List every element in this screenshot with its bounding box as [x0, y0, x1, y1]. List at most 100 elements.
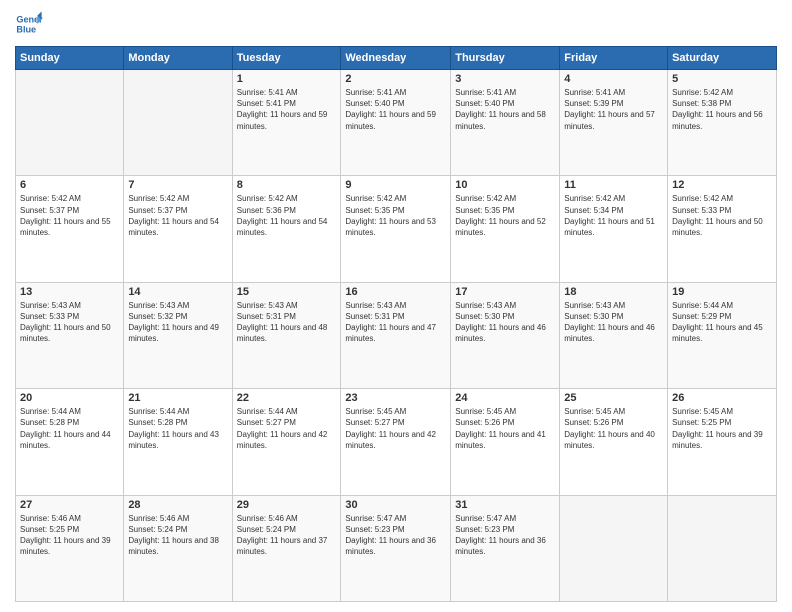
calendar-body: 1 Sunrise: 5:41 AM Sunset: 5:41 PM Daylig… — [16, 70, 777, 602]
week-row-4: 20 Sunrise: 5:44 AM Sunset: 5:28 PM Dayli… — [16, 389, 777, 495]
day-info: Sunrise: 5:42 AM Sunset: 5:37 PM Dayligh… — [20, 193, 119, 238]
calendar-cell: 23 Sunrise: 5:45 AM Sunset: 5:27 PM Dayli… — [341, 389, 451, 495]
calendar-cell — [668, 495, 777, 601]
day-info: Sunrise: 5:42 AM Sunset: 5:36 PM Dayligh… — [237, 193, 337, 238]
day-number: 10 — [455, 179, 555, 191]
weekday-header-tuesday: Tuesday — [232, 47, 341, 70]
day-number: 5 — [672, 73, 772, 85]
day-info: Sunrise: 5:41 AM Sunset: 5:40 PM Dayligh… — [455, 87, 555, 132]
day-number: 15 — [237, 286, 337, 298]
day-info: Sunrise: 5:43 AM Sunset: 5:31 PM Dayligh… — [237, 300, 337, 345]
day-info: Sunrise: 5:45 AM Sunset: 5:27 PM Dayligh… — [345, 406, 446, 451]
calendar-cell: 8 Sunrise: 5:42 AM Sunset: 5:36 PM Daylig… — [232, 176, 341, 282]
calendar-cell: 25 Sunrise: 5:45 AM Sunset: 5:26 PM Dayli… — [560, 389, 668, 495]
calendar-cell: 1 Sunrise: 5:41 AM Sunset: 5:41 PM Daylig… — [232, 70, 341, 176]
day-info: Sunrise: 5:45 AM Sunset: 5:26 PM Dayligh… — [564, 406, 663, 451]
day-info: Sunrise: 5:41 AM Sunset: 5:41 PM Dayligh… — [237, 87, 337, 132]
calendar-cell: 21 Sunrise: 5:44 AM Sunset: 5:28 PM Dayli… — [124, 389, 232, 495]
week-row-2: 6Sunrise: 5:42 AM Sunset: 5:37 PM Daylig… — [16, 176, 777, 282]
day-number: 4 — [564, 73, 663, 85]
calendar-cell: 22Sunrise: 5:44 AM Sunset: 5:27 PM Dayli… — [232, 389, 341, 495]
weekday-header-saturday: Saturday — [668, 47, 777, 70]
day-number: 7 — [128, 179, 227, 191]
calendar-cell: 16 Sunrise: 5:43 AM Sunset: 5:31 PM Dayli… — [341, 282, 451, 388]
header: General Blue — [15, 10, 777, 38]
day-info: Sunrise: 5:42 AM Sunset: 5:38 PM Dayligh… — [672, 87, 772, 132]
day-number: 19 — [672, 286, 772, 298]
day-number: 30 — [345, 499, 446, 511]
weekday-header-row: SundayMondayTuesdayWednesdayThursdayFrid… — [16, 47, 777, 70]
calendar-cell: 15 Sunrise: 5:43 AM Sunset: 5:31 PM Dayli… — [232, 282, 341, 388]
calendar-table: SundayMondayTuesdayWednesdayThursdayFrid… — [15, 46, 777, 602]
calendar-cell: 29Sunrise: 5:46 AM Sunset: 5:24 PM Dayli… — [232, 495, 341, 601]
day-info: Sunrise: 5:45 AM Sunset: 5:26 PM Dayligh… — [455, 406, 555, 451]
day-info: Sunrise: 5:41 AM Sunset: 5:40 PM Dayligh… — [345, 87, 446, 132]
week-row-1: 1 Sunrise: 5:41 AM Sunset: 5:41 PM Daylig… — [16, 70, 777, 176]
day-info: Sunrise: 5:44 AM Sunset: 5:28 PM Dayligh… — [20, 406, 119, 451]
day-info: Sunrise: 5:46 AM Sunset: 5:24 PM Dayligh… — [237, 513, 337, 558]
calendar-cell: 19 Sunrise: 5:44 AM Sunset: 5:29 PM Dayli… — [668, 282, 777, 388]
day-number: 16 — [345, 286, 446, 298]
calendar-cell: 4 Sunrise: 5:41 AM Sunset: 5:39 PM Daylig… — [560, 70, 668, 176]
weekday-header-friday: Friday — [560, 47, 668, 70]
day-number: 13 — [20, 286, 119, 298]
day-info: Sunrise: 5:43 AM Sunset: 5:30 PM Dayligh… — [455, 300, 555, 345]
calendar-cell: 6Sunrise: 5:42 AM Sunset: 5:37 PM Daylig… — [16, 176, 124, 282]
day-number: 17 — [455, 286, 555, 298]
day-info: Sunrise: 5:43 AM Sunset: 5:30 PM Dayligh… — [564, 300, 663, 345]
svg-text:Blue: Blue — [16, 24, 36, 34]
calendar-cell: 30 Sunrise: 5:47 AM Sunset: 5:23 PM Dayli… — [341, 495, 451, 601]
calendar-cell: 14 Sunrise: 5:43 AM Sunset: 5:32 PM Dayli… — [124, 282, 232, 388]
day-info: Sunrise: 5:41 AM Sunset: 5:39 PM Dayligh… — [564, 87, 663, 132]
day-info: Sunrise: 5:44 AM Sunset: 5:28 PM Dayligh… — [128, 406, 227, 451]
day-number: 11 — [564, 179, 663, 191]
day-number: 28 — [128, 499, 227, 511]
day-number: 27 — [20, 499, 119, 511]
day-number: 3 — [455, 73, 555, 85]
day-info: Sunrise: 5:43 AM Sunset: 5:31 PM Dayligh… — [345, 300, 446, 345]
logo: General Blue — [15, 10, 43, 38]
week-row-5: 27Sunrise: 5:46 AM Sunset: 5:25 PM Dayli… — [16, 495, 777, 601]
calendar-cell: 27Sunrise: 5:46 AM Sunset: 5:25 PM Dayli… — [16, 495, 124, 601]
day-number: 14 — [128, 286, 227, 298]
calendar-cell: 11 Sunrise: 5:42 AM Sunset: 5:34 PM Dayli… — [560, 176, 668, 282]
weekday-header-sunday: Sunday — [16, 47, 124, 70]
day-info: Sunrise: 5:42 AM Sunset: 5:37 PM Dayligh… — [128, 193, 227, 238]
calendar-cell: 2 Sunrise: 5:41 AM Sunset: 5:40 PM Daylig… — [341, 70, 451, 176]
day-info: Sunrise: 5:43 AM Sunset: 5:32 PM Dayligh… — [128, 300, 227, 345]
day-number: 8 — [237, 179, 337, 191]
calendar-cell: 28 Sunrise: 5:46 AM Sunset: 5:24 PM Dayli… — [124, 495, 232, 601]
day-info: Sunrise: 5:46 AM Sunset: 5:24 PM Dayligh… — [128, 513, 227, 558]
day-number: 9 — [345, 179, 446, 191]
day-number: 25 — [564, 392, 663, 404]
page: General Blue SundayMondayTuesdayWednesda… — [0, 0, 792, 612]
calendar-cell: 3 Sunrise: 5:41 AM Sunset: 5:40 PM Daylig… — [451, 70, 560, 176]
day-number: 20 — [20, 392, 119, 404]
weekday-header-thursday: Thursday — [451, 47, 560, 70]
day-info: Sunrise: 5:42 AM Sunset: 5:35 PM Dayligh… — [345, 193, 446, 238]
day-info: Sunrise: 5:44 AM Sunset: 5:29 PM Dayligh… — [672, 300, 772, 345]
day-number: 18 — [564, 286, 663, 298]
calendar-cell: 13 Sunrise: 5:43 AM Sunset: 5:33 PM Dayli… — [16, 282, 124, 388]
calendar-cell: 10Sunrise: 5:42 AM Sunset: 5:35 PM Dayli… — [451, 176, 560, 282]
day-info: Sunrise: 5:45 AM Sunset: 5:25 PM Dayligh… — [672, 406, 772, 451]
calendar-cell: 5 Sunrise: 5:42 AM Sunset: 5:38 PM Daylig… — [668, 70, 777, 176]
day-number: 2 — [345, 73, 446, 85]
day-info: Sunrise: 5:47 AM Sunset: 5:23 PM Dayligh… — [345, 513, 446, 558]
day-number: 1 — [237, 73, 337, 85]
day-info: Sunrise: 5:43 AM Sunset: 5:33 PM Dayligh… — [20, 300, 119, 345]
calendar-cell: 7 Sunrise: 5:42 AM Sunset: 5:37 PM Daylig… — [124, 176, 232, 282]
calendar-cell: 24Sunrise: 5:45 AM Sunset: 5:26 PM Dayli… — [451, 389, 560, 495]
calendar-cell: 31Sunrise: 5:47 AM Sunset: 5:23 PM Dayli… — [451, 495, 560, 601]
day-info: Sunrise: 5:47 AM Sunset: 5:23 PM Dayligh… — [455, 513, 555, 558]
calendar-cell — [16, 70, 124, 176]
day-number: 23 — [345, 392, 446, 404]
calendar-cell: 18 Sunrise: 5:43 AM Sunset: 5:30 PM Dayli… — [560, 282, 668, 388]
day-info: Sunrise: 5:42 AM Sunset: 5:33 PM Dayligh… — [672, 193, 772, 238]
calendar-cell: 17 Sunrise: 5:43 AM Sunset: 5:30 PM Dayli… — [451, 282, 560, 388]
day-info: Sunrise: 5:42 AM Sunset: 5:34 PM Dayligh… — [564, 193, 663, 238]
day-info: Sunrise: 5:44 AM Sunset: 5:27 PM Dayligh… — [237, 406, 337, 451]
calendar-cell — [560, 495, 668, 601]
day-number: 21 — [128, 392, 227, 404]
calendar-cell: 12Sunrise: 5:42 AM Sunset: 5:33 PM Dayli… — [668, 176, 777, 282]
